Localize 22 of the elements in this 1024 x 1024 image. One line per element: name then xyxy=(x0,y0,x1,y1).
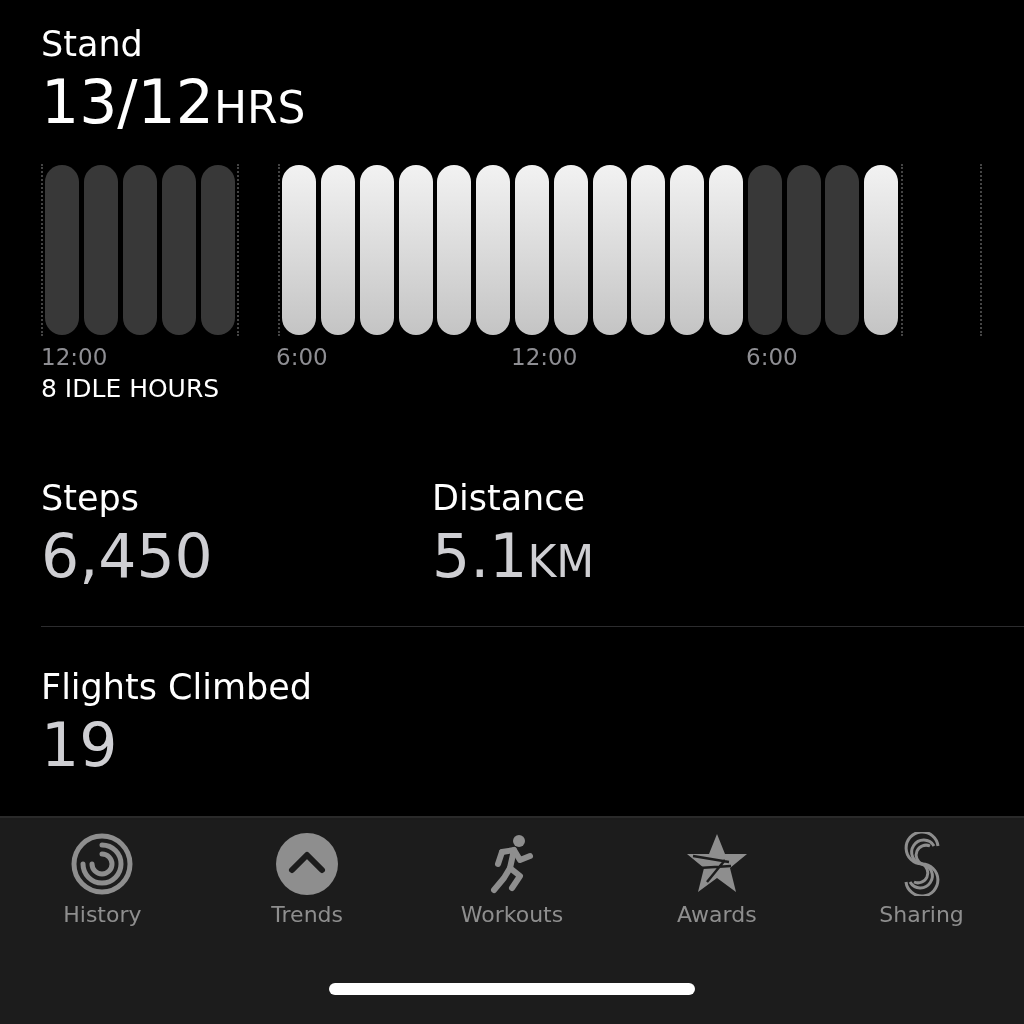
axis-label: 12:00 xyxy=(41,343,109,372)
tab-item[interactable]: Awards xyxy=(626,832,807,927)
stand-value: 13/12 xyxy=(41,66,214,138)
steps-title: Steps xyxy=(41,477,140,520)
rings-icon xyxy=(70,832,135,896)
tab-item[interactable]: Trends xyxy=(217,832,398,927)
stand-unit: HRS xyxy=(213,82,306,133)
tab-item[interactable]: History xyxy=(12,832,193,927)
axis-label: 6:00 xyxy=(276,343,329,372)
distance-title: Distance xyxy=(432,477,587,520)
chevron-up-icon xyxy=(275,832,340,896)
tab-item[interactable]: Workouts xyxy=(422,832,602,927)
distance-value: 5.1 xyxy=(432,520,528,592)
steps-value: 6,450 xyxy=(41,520,214,592)
tab-item[interactable]: Sharing xyxy=(831,832,1012,927)
axis-label: 6:00 xyxy=(746,343,799,372)
flights-value: 19 xyxy=(41,709,119,781)
idle-hours-note: 8 IDLE HOURS xyxy=(41,373,221,405)
flights-title: Flights Climbed xyxy=(41,666,313,709)
distance-unit: KM xyxy=(527,536,595,587)
axis-label: 12:00 xyxy=(511,343,579,372)
stand-title: Stand xyxy=(41,23,144,66)
